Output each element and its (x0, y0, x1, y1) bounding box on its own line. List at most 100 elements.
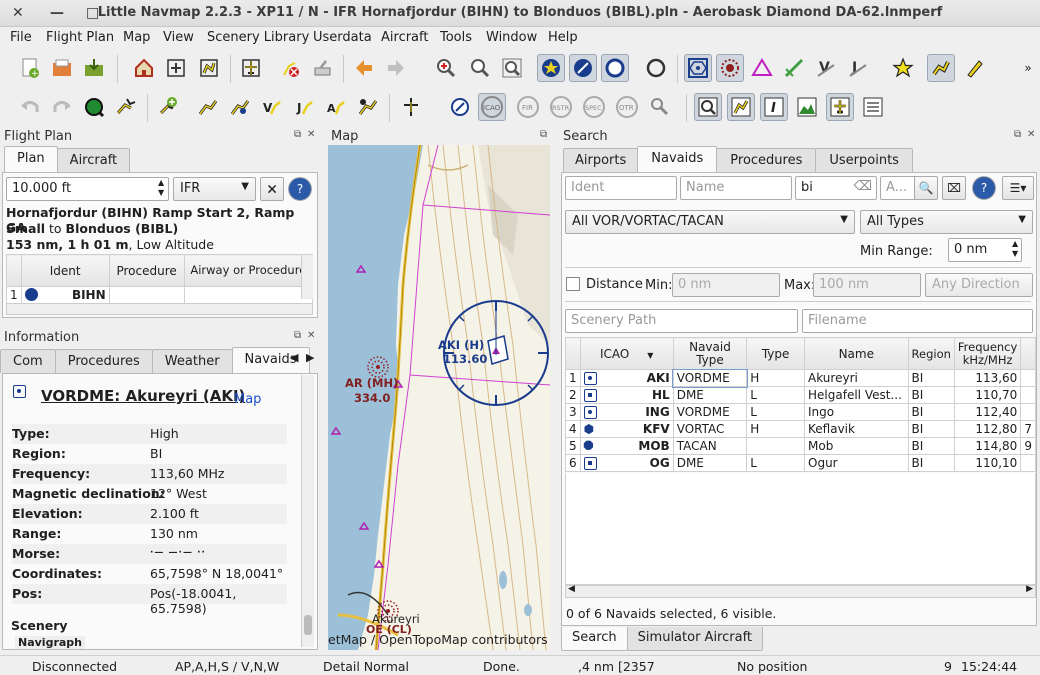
float-dock-icon[interactable]: ⧉ (294, 330, 301, 341)
airway-route4-icon[interactable]: J (290, 93, 318, 121)
print-icon[interactable] (308, 54, 336, 82)
icao-gray-icon[interactable]: ICAO (478, 93, 506, 121)
save-file-icon[interactable] (80, 54, 108, 82)
airway-route6-icon[interactable] (354, 93, 382, 121)
jet-airway-icon[interactable]: J (844, 54, 872, 82)
zoom-in-icon[interactable] (432, 54, 460, 82)
zoom-fit-icon[interactable] (498, 54, 526, 82)
table-row[interactable]: 1 BIHN (6, 286, 314, 304)
float-dock-icon[interactable]: ⧉ (540, 129, 547, 140)
distance-checkbox[interactable] (566, 277, 580, 291)
terrain-icon[interactable] (793, 93, 821, 121)
map-link[interactable]: Map (234, 392, 261, 407)
menu-view[interactable]: View (163, 30, 194, 45)
aircraft-icon[interactable] (826, 93, 854, 121)
otr-gray-icon[interactable]: OTR (613, 93, 641, 121)
menu-aircraft[interactable]: Aircraft (381, 30, 428, 45)
col-region[interactable]: Region (907, 337, 955, 370)
altitude-spinbox[interactable]: 10.000 ft (6, 177, 169, 201)
tab-procedures[interactable]: Procedures (54, 349, 153, 373)
table-hscrollbar[interactable] (6, 303, 313, 315)
tab-scroll-left-icon[interactable]: ◀ (290, 351, 298, 364)
vor-blue-icon[interactable] (569, 54, 597, 82)
max-distance-spinbox[interactable]: 100 nm (813, 273, 921, 297)
forward-arrow-icon[interactable] (382, 54, 410, 82)
spin-arrows-icon[interactable]: ▲ ▼ (1012, 239, 1018, 259)
table-scrollbar[interactable] (301, 255, 313, 299)
airway-green-icon[interactable] (780, 54, 808, 82)
airway-route2-icon[interactable] (226, 93, 254, 121)
ident-input[interactable]: Ident (565, 176, 677, 200)
menu-icon[interactable]: ☰▾ (1002, 176, 1034, 200)
calc-button[interactable]: 🗙 (260, 177, 284, 201)
col-navaid-type[interactable]: Navaid Type (672, 337, 748, 370)
menu-window[interactable]: Window (486, 30, 537, 45)
table-row[interactable]: 5 ⯃ MOB TACAN Mob BI 114,80 9 (565, 437, 1036, 455)
yellow-route-icon[interactable] (727, 93, 755, 121)
spec-gray-icon[interactable]: SPEC (580, 93, 608, 121)
vor-frame-icon[interactable] (684, 54, 712, 82)
menu-tools[interactable]: Tools (440, 30, 472, 45)
menu-flight-plan[interactable]: Flight Plan (46, 30, 114, 45)
aircraft-route-icon[interactable] (112, 93, 140, 121)
tab-com[interactable]: Com (0, 349, 56, 373)
close-dock-icon[interactable]: ✕ (1027, 129, 1035, 140)
legend-icon[interactable] (859, 93, 887, 121)
scenery-path-input[interactable]: Scenery Path (565, 309, 798, 333)
tab-simulator-aircraft[interactable]: Simulator Aircraft (626, 627, 764, 651)
new-file-icon[interactable]: + (16, 54, 44, 82)
close-dock-icon[interactable]: ✕ (307, 129, 315, 140)
float-dock-icon[interactable]: ⧉ (294, 129, 301, 140)
victor-airway-icon[interactable]: V (812, 54, 840, 82)
clear-filter-icon[interactable]: ⌧ (942, 176, 966, 200)
tab-procedures[interactable]: Procedures (716, 148, 817, 172)
menu-userdata[interactable]: Userdata (313, 30, 372, 45)
table-row[interactable]: 6 OG DME L Ogur BI 110,10 (565, 454, 1036, 472)
rstr-gray-icon[interactable]: RSTR (547, 93, 575, 121)
col-airway[interactable]: Airway or Procedure (183, 254, 314, 287)
help-icon[interactable]: ? (972, 176, 996, 200)
navaid-type-combo[interactable]: All VOR/VORTAC/TACAN ▼ (565, 210, 855, 234)
min-range-spinbox[interactable]: 0 nm (948, 238, 1022, 262)
region-input[interactable]: bi ⌫ (795, 176, 877, 200)
float-dock-icon[interactable]: ⧉ (1014, 129, 1021, 140)
table-hscrollbar[interactable]: ◀ ▶ (565, 584, 1036, 598)
tab-aircraft[interactable]: Aircraft (56, 148, 131, 172)
help-icon[interactable]: ? (288, 177, 312, 201)
airway-route5-icon[interactable]: A (322, 93, 350, 121)
flight-type-combo[interactable]: IFR ▼ (173, 177, 256, 201)
col-icao[interactable]: ICAO ▼ (579, 337, 674, 370)
ndb-circle-icon[interactable] (601, 54, 629, 82)
info-icon[interactable]: I (760, 93, 788, 121)
zoom-out-icon[interactable] (466, 54, 494, 82)
waypoint-ring-icon[interactable] (642, 54, 670, 82)
tab-plan[interactable]: Plan (4, 146, 58, 172)
green-compass-icon[interactable] (80, 93, 108, 121)
airway-route3-icon[interactable]: V (258, 93, 286, 121)
direction-combo[interactable]: Any Direction (925, 273, 1033, 297)
col-type[interactable]: Type (746, 337, 806, 370)
fir-gray-icon[interactable]: FIR (514, 93, 542, 121)
tab-scroll-right-icon[interactable]: ▶ (306, 351, 314, 364)
delete-route-icon[interactable] (276, 54, 304, 82)
tab-airports[interactable]: Airports (563, 148, 639, 172)
airway-route1-icon[interactable] (194, 93, 222, 121)
table-row[interactable]: 2 HL DME L Helgafell Vest... BI 110,70 (565, 386, 1036, 404)
route-yellow-icon[interactable] (927, 54, 955, 82)
redo-icon[interactable] (48, 93, 76, 121)
navaid-range-type-combo[interactable]: All Types ▼ (860, 210, 1033, 234)
tab-search[interactable]: Search (561, 627, 628, 651)
tab-navaids[interactable]: Navaids (637, 146, 718, 172)
user-triangle-icon[interactable] (748, 54, 776, 82)
map-canvas[interactable]: AKI (H) 113.60 AR (MH) 334.0 Akureyri OE… (328, 145, 550, 650)
info-scrollbar[interactable] (301, 375, 314, 647)
center-plus-icon[interactable] (162, 54, 190, 82)
col-procedure[interactable]: Procedure (108, 254, 185, 287)
close-dock-icon[interactable]: ✕ (307, 330, 315, 341)
flight-center-icon[interactable] (237, 54, 265, 82)
toolbar-overflow-icon[interactable]: » (1020, 54, 1036, 82)
tab-weather[interactable]: Weather (151, 349, 233, 373)
measure-icon[interactable] (646, 93, 674, 121)
route-icon[interactable] (195, 54, 223, 82)
table-row[interactable]: 1 AKI VORDME H Akureyri BI 113,60 (565, 368, 1036, 388)
